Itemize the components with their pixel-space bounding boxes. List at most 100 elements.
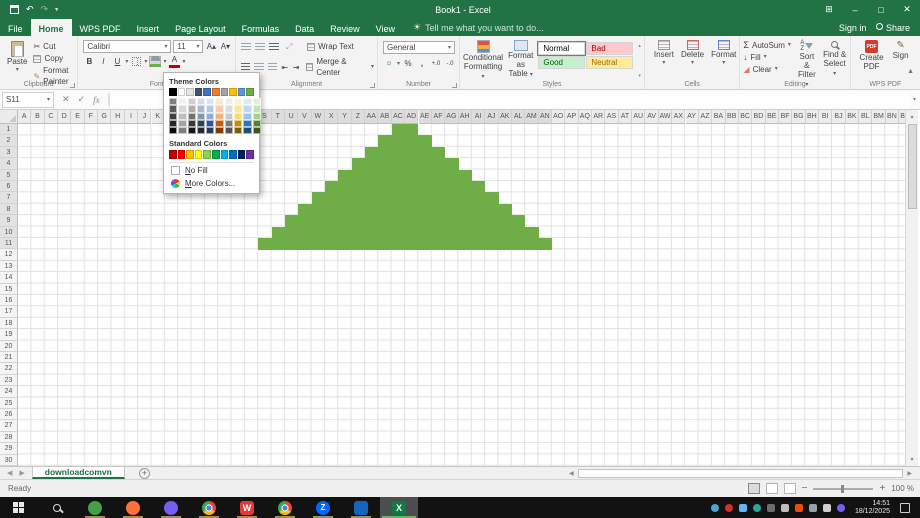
column-header-AG[interactable]: AG — [445, 110, 458, 124]
theme-color-swatch-5[interactable] — [212, 88, 220, 96]
undo-icon[interactable]: ↶ — [26, 4, 34, 15]
decrease-indent-button[interactable]: ⇤ — [281, 62, 288, 73]
volume-muted-tray-icon[interactable] — [823, 504, 831, 512]
column-header-E[interactable]: E — [71, 110, 84, 124]
tell-me-box[interactable]: ☀ Tell me what you want to do... — [403, 19, 544, 36]
row-header-14[interactable]: 14 — [0, 272, 18, 283]
expand-formula-bar-icon[interactable]: ▾ — [909, 96, 920, 103]
cell-style-normal[interactable]: Normal — [538, 42, 585, 55]
chrome-browser[interactable] — [190, 497, 228, 518]
column-header-V[interactable]: V — [298, 110, 311, 124]
camera-tray-icon[interactable] — [767, 504, 775, 512]
viber-tray-icon[interactable] — [837, 504, 845, 512]
decrease-font-size-button[interactable]: A▾ — [219, 41, 231, 52]
row-header-15[interactable]: 15 — [0, 284, 18, 295]
align-left-icon[interactable] — [241, 63, 250, 71]
messenger-tray-icon[interactable] — [753, 504, 761, 512]
column-header-AV[interactable]: AV — [645, 110, 658, 124]
column-header-AJ[interactable]: AJ — [485, 110, 498, 124]
theme-color-swatch-0[interactable] — [169, 88, 177, 96]
standard-color-swatch-6[interactable] — [221, 150, 229, 158]
wps-office[interactable]: W — [228, 497, 266, 518]
row-header-3[interactable]: 3 — [0, 147, 18, 158]
theme-variant-swatch-1-0[interactable] — [178, 98, 186, 105]
column-header-Z[interactable]: Z — [352, 110, 365, 124]
theme-variant-swatch-3-4[interactable] — [197, 127, 205, 134]
row-header-19[interactable]: 19 — [0, 329, 18, 340]
zoom-out-icon[interactable]: − — [802, 483, 808, 494]
theme-variant-swatch-4-1[interactable] — [206, 105, 214, 112]
theme-variant-swatch-6-2[interactable] — [225, 113, 233, 120]
notification-center-icon[interactable] — [900, 503, 910, 513]
onedrive-tray-icon[interactable] — [739, 504, 747, 512]
tab-wps-pdf[interactable]: WPS PDF — [72, 19, 129, 36]
theme-variant-swatch-0-2[interactable] — [169, 113, 177, 120]
row-header-20[interactable]: 20 — [0, 341, 18, 352]
vlc-tray-icon[interactable] — [795, 504, 803, 512]
copy-button[interactable]: Copy — [33, 53, 74, 64]
save-icon[interactable] — [10, 5, 19, 14]
row-header-27[interactable]: 27 — [0, 420, 18, 431]
theme-variant-swatch-4-0[interactable] — [206, 98, 214, 105]
gallery-down-icon[interactable]: ▾ — [638, 73, 641, 79]
cell-style-good[interactable]: Good — [538, 56, 585, 69]
theme-variant-swatch-6-0[interactable] — [225, 98, 233, 105]
column-header-AR[interactable]: AR — [592, 110, 605, 124]
theme-variant-swatch-9-3[interactable] — [253, 120, 261, 127]
ribbon-display-options-icon[interactable]: ⊞ — [816, 0, 842, 19]
italic-button[interactable]: I — [97, 56, 109, 67]
theme-variant-swatch-7-0[interactable] — [234, 98, 242, 105]
format-cells-button[interactable]: Format▾ — [711, 40, 736, 66]
vertical-scrollbar[interactable]: ▴ ▾ — [905, 110, 918, 466]
theme-variant-swatch-8-0[interactable] — [243, 98, 251, 105]
wifi-tray-icon[interactable] — [781, 504, 789, 512]
row-header-1[interactable]: 1 — [0, 124, 18, 135]
column-header-BK[interactable]: BK — [846, 110, 859, 124]
column-header-Y[interactable]: Y — [338, 110, 351, 124]
column-header-C[interactable]: C — [45, 110, 58, 124]
zoom-slider-thumb[interactable] — [841, 485, 844, 493]
cell-style-bad[interactable]: Bad — [586, 42, 633, 55]
column-header-BC[interactable]: BC — [739, 110, 752, 124]
theme-variant-swatch-5-3[interactable] — [215, 120, 223, 127]
select-all-corner[interactable] — [0, 110, 18, 124]
theme-variant-swatch-1-3[interactable] — [178, 120, 186, 127]
theme-variant-swatch-3-2[interactable] — [197, 113, 205, 120]
theme-variant-swatch-9-2[interactable] — [253, 113, 261, 120]
page-break-view-icon[interactable] — [784, 483, 796, 494]
viber[interactable] — [152, 497, 190, 518]
row-header-10[interactable]: 10 — [0, 227, 18, 238]
theme-variant-swatch-0-0[interactable] — [169, 98, 177, 105]
cell-style-neutral[interactable]: Neutral — [586, 56, 633, 69]
cut-button[interactable]: ✂Cut — [33, 41, 74, 52]
firefox-browser[interactable] — [114, 497, 152, 518]
theme-variant-swatch-2-2[interactable] — [188, 113, 196, 120]
insert-cells-button[interactable]: Insert▾ — [654, 40, 674, 66]
tab-page-layout[interactable]: Page Layout — [167, 19, 234, 36]
zoom-slider[interactable] — [813, 488, 873, 490]
theme-variant-swatch-2-1[interactable] — [188, 105, 196, 112]
row-header-21[interactable]: 21 — [0, 352, 18, 363]
column-header-BH[interactable]: BH — [806, 110, 819, 124]
align-bottom-icon[interactable] — [269, 43, 279, 51]
theme-color-swatch-9[interactable] — [246, 88, 254, 96]
zalo[interactable]: Z — [304, 497, 342, 518]
theme-variant-swatch-0-4[interactable] — [169, 127, 177, 134]
minimize-button[interactable]: – — [842, 0, 868, 19]
clipboard-dialog-launcher-icon[interactable] — [70, 83, 75, 88]
column-header-BG[interactable]: BG — [792, 110, 805, 124]
column-header-BE[interactable]: BE — [766, 110, 779, 124]
next-sheet-icon[interactable]: ▶ — [19, 467, 31, 479]
display-tray-icon[interactable] — [809, 504, 817, 512]
theme-variant-swatch-8-4[interactable] — [243, 127, 251, 134]
theme-variant-swatch-2-0[interactable] — [188, 98, 196, 105]
fill-color-button[interactable] — [149, 56, 161, 67]
align-center-icon[interactable] — [254, 63, 263, 71]
theme-variant-swatch-8-1[interactable] — [243, 105, 251, 112]
row-header-17[interactable]: 17 — [0, 306, 18, 317]
autosum-button[interactable]: ΣAutoSum▾ — [743, 40, 791, 51]
theme-variant-swatch-7-1[interactable] — [234, 105, 242, 112]
theme-variant-swatch-5-1[interactable] — [215, 105, 223, 112]
theme-variant-swatch-9-4[interactable] — [253, 127, 261, 134]
column-header-AB[interactable]: AB — [378, 110, 391, 124]
